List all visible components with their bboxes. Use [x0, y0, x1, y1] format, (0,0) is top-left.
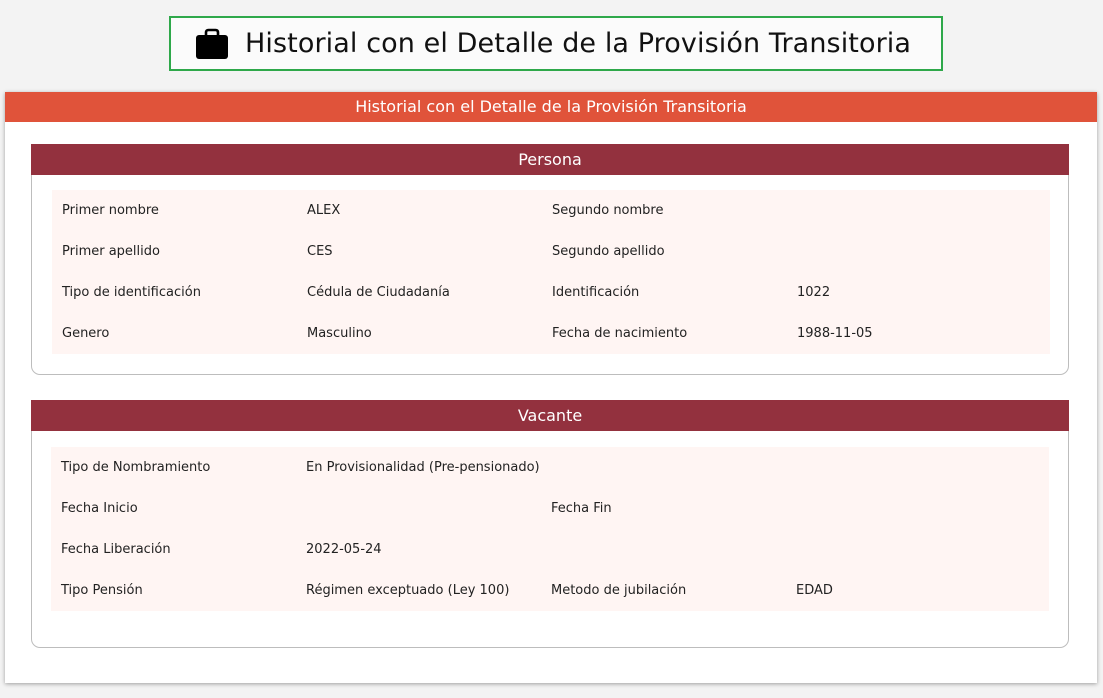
- vacante-row: Tipo de Nombramiento En Provisionalidad …: [51, 447, 1049, 488]
- vacante-row: Tipo Pensión Régimen exceptuado (Ley 100…: [51, 570, 1049, 611]
- briefcase-icon: [196, 28, 228, 59]
- persona-value: 1022: [797, 285, 831, 300]
- vacante-row: Fecha Inicio Fecha Fin: [51, 488, 1049, 529]
- persona-label: Segundo nombre: [552, 203, 664, 218]
- vacante-grid: Tipo de Nombramiento En Provisionalidad …: [51, 447, 1049, 611]
- persona-row: Primer apellido CES Segundo apellido: [52, 231, 1050, 272]
- vacante-section: Vacante Tipo de Nombramiento En Provisio…: [31, 400, 1069, 648]
- persona-grid: Primer nombre ALEX Segundo nombre Primer…: [52, 190, 1050, 354]
- persona-row: Primer nombre ALEX Segundo nombre: [52, 190, 1050, 231]
- persona-value: 1988-11-05: [797, 326, 873, 341]
- vacante-label: Tipo Pensión: [61, 583, 143, 598]
- vacante-value: En Provisionalidad (Pre-pensionado): [306, 460, 540, 475]
- vacante-section-header: Vacante: [31, 400, 1069, 431]
- vacante-row: Fecha Liberación 2022-05-24: [51, 529, 1049, 570]
- vacante-value: Régimen exceptuado (Ley 100): [306, 583, 510, 598]
- vacante-label: Fecha Liberación: [61, 542, 171, 557]
- persona-value: Masculino: [307, 326, 372, 341]
- main-card: Historial con el Detalle de la Provisión…: [5, 92, 1097, 683]
- vacante-label: Tipo de Nombramiento: [61, 460, 211, 475]
- persona-row: Tipo de identificación Cédula de Ciudada…: [52, 272, 1050, 313]
- persona-label: Genero: [62, 326, 110, 341]
- persona-label: Tipo de identificación: [62, 285, 201, 300]
- persona-label: Identificación: [552, 285, 640, 300]
- persona-section-header: Persona: [31, 144, 1069, 175]
- vacante-label: Fecha Inicio: [61, 501, 138, 516]
- persona-label: Primer nombre: [62, 203, 159, 218]
- vacante-label: Metodo de jubilación: [551, 583, 687, 598]
- persona-section: Persona Primer nombre ALEX Segundo nombr…: [31, 144, 1069, 375]
- page-title-box: Historial con el Detalle de la Provisión…: [169, 16, 943, 71]
- persona-label: Fecha de nacimiento: [552, 326, 688, 341]
- vacante-label: Fecha Fin: [551, 501, 612, 516]
- persona-value: Cédula de Ciudadanía: [307, 285, 450, 300]
- page-title: Historial con el Detalle de la Provisión…: [245, 28, 912, 59]
- vacante-value: EDAD: [796, 583, 833, 598]
- vacante-value: 2022-05-24: [306, 542, 382, 557]
- persona-value: ALEX: [307, 203, 341, 218]
- persona-value: CES: [307, 244, 333, 259]
- persona-row: Genero Masculino Fecha de nacimiento 198…: [52, 313, 1050, 354]
- main-card-header: Historial con el Detalle de la Provisión…: [5, 92, 1097, 122]
- persona-label: Primer apellido: [62, 244, 160, 259]
- persona-label: Segundo apellido: [552, 244, 665, 259]
